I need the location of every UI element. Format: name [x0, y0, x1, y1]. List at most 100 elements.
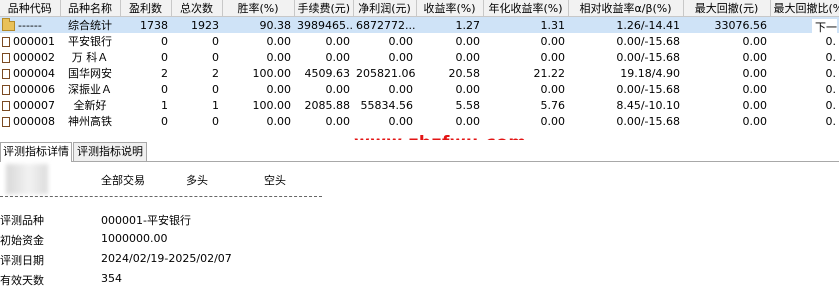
- total-cell: 0: [212, 114, 219, 128]
- net-profit-cell: 0.00: [388, 114, 414, 128]
- document-icon: [2, 36, 10, 47]
- document-icon: [2, 52, 10, 63]
- relative-return-cell: 0.00/-15.68: [616, 82, 680, 96]
- column-header[interactable]: 收益率(%): [416, 0, 484, 17]
- document-icon: [2, 84, 10, 95]
- win-rate-cell: 100.00: [252, 98, 292, 112]
- column-header[interactable]: 最大回撤(元): [683, 0, 771, 17]
- total-cell: 1923: [171, 16, 222, 33]
- relative-return-cell: 1.26/-14.41: [568, 16, 683, 33]
- code-cell: 000002: [0, 49, 60, 65]
- info-label-instrument: 评测品种: [0, 214, 44, 227]
- wins-cell: 2: [161, 66, 168, 80]
- wins-cell: 1: [161, 98, 168, 112]
- table-row[interactable]: 000008 神州高铁 0 0 0.00 0.00 0.00 0.00 0.00…: [0, 113, 839, 129]
- annual-return-cell: 0.00: [540, 34, 566, 48]
- tab-metrics-explanation[interactable]: 评测指标说明: [73, 142, 147, 161]
- max-drawdown-cell: 0.00: [742, 50, 768, 64]
- fee-cell: 3989465....: [294, 16, 353, 33]
- column-header[interactable]: 品种代码: [0, 0, 61, 17]
- max-drawdown-cell: 0.00: [742, 114, 768, 128]
- header-short: 空头: [264, 174, 286, 187]
- wins-cell: 0: [161, 50, 168, 64]
- win-rate-cell: 100.00: [252, 66, 292, 80]
- column-header[interactable]: 手续费(元): [294, 0, 354, 17]
- column-header[interactable]: 年化收益率(%): [483, 0, 569, 17]
- annual-return-cell: 0.00: [540, 114, 566, 128]
- code-cell: 000001: [0, 33, 60, 49]
- annual-return-cell: 21.22: [533, 66, 566, 80]
- column-header[interactable]: 相对收益率α/β(%): [568, 0, 684, 17]
- win-rate-cell: 0.00: [266, 50, 292, 64]
- wins-cell: 0: [161, 34, 168, 48]
- info-value-date-range: 2024/02/19-2025/02/07: [101, 252, 232, 265]
- table-row-summary[interactable]: ------ 综合统计 1738 1923 90.38 3989465.... …: [0, 16, 839, 33]
- tab-metrics-details[interactable]: 评测指标详情: [0, 142, 72, 162]
- column-header[interactable]: 品种名称: [60, 0, 121, 17]
- code-cell: ------: [0, 16, 60, 33]
- annual-return-cell: 1.31: [483, 16, 568, 33]
- extra-cell: 0.: [825, 114, 837, 128]
- extra-cell: 0.: [825, 34, 837, 48]
- table-row[interactable]: 000001 平安银行 0 0 0.00 0.00 0.00 0.00 0.00…: [0, 33, 839, 49]
- table-row[interactable]: 000007 全新好 1 1 100.00 2085.88 55834.56 5…: [0, 97, 839, 113]
- win-rate-cell: 0.00: [266, 34, 292, 48]
- name-cell: 国华网安: [68, 67, 112, 80]
- name-cell: 深振业Ａ: [68, 83, 112, 96]
- code-cell: 000008: [0, 113, 60, 129]
- header-all-trades: 全部交易: [101, 174, 145, 187]
- net-profit-cell: 0.00: [388, 34, 414, 48]
- max-drawdown-cell: 0.00: [742, 66, 768, 80]
- column-header[interactable]: 胜率(%): [222, 0, 295, 17]
- column-header[interactable]: 总次数: [171, 0, 223, 17]
- code-text: 000007: [13, 98, 55, 112]
- fee-cell: 2085.88: [304, 98, 351, 112]
- results-table: 品种代码 品种名称 盈利数 总次数 胜率(%) 手续费(元) 净利润(元) 收益…: [0, 0, 839, 134]
- info-label-date-range: 评测日期: [0, 254, 44, 267]
- wins-cell: 1738: [120, 16, 171, 33]
- extra-cell: 0.: [825, 66, 837, 80]
- code-cell: 000004: [0, 65, 60, 81]
- code-text: 000006: [13, 82, 55, 96]
- win-rate-cell: 90.38: [222, 16, 294, 33]
- max-drawdown-cell: 0.00: [742, 34, 768, 48]
- extra-cell: 0.: [825, 50, 837, 64]
- name-cell: 全新好: [73, 99, 107, 112]
- table-row[interactable]: 000002 万 科Ａ 0 0 0.00 0.00 0.00 0.00 0.00…: [0, 49, 839, 65]
- net-profit-cell: 0.00: [388, 50, 414, 64]
- name-cell: 神州高铁: [68, 115, 112, 128]
- relative-return-cell: 19.18/4.90: [620, 66, 680, 80]
- annual-return-cell: 0.00: [540, 82, 566, 96]
- table-header-row: 品种代码 品种名称 盈利数 总次数 胜率(%) 手续费(元) 净利润(元) 收益…: [0, 0, 839, 17]
- info-label-initial-capital: 初始资金: [0, 234, 44, 247]
- blurred-area: [6, 164, 48, 194]
- table-row[interactable]: 000006 深振业Ａ 0 0 0.00 0.00 0.00 0.00 0.00…: [0, 81, 839, 97]
- net-profit-cell: 55834.56: [360, 98, 414, 112]
- folder-icon: [2, 17, 15, 31]
- total-cell: 2: [212, 66, 219, 80]
- code-cell: 000007: [0, 97, 60, 113]
- return-cell: 0.00: [455, 50, 481, 64]
- return-cell: 20.58: [448, 66, 481, 80]
- win-rate-cell: 0.00: [266, 82, 292, 96]
- overflow-label[interactable]: 下一: [812, 19, 837, 35]
- code-text: 000004: [13, 66, 55, 80]
- name-cell: 平安银行: [68, 35, 112, 48]
- total-cell: 0: [212, 34, 219, 48]
- max-drawdown-cell: 0.00: [742, 98, 768, 112]
- annual-return-cell: 0.00: [540, 50, 566, 64]
- total-cell: 0: [212, 82, 219, 96]
- document-icon: [2, 68, 10, 79]
- column-header[interactable]: 盈利数: [120, 0, 172, 17]
- return-cell: 1.27: [416, 16, 483, 33]
- relative-return-cell: 0.00/-15.68: [616, 50, 680, 64]
- max-drawdown-cell: 33076.56: [683, 16, 770, 33]
- divider: [0, 196, 322, 197]
- max-drawdown-cell: 0.00: [742, 82, 768, 96]
- wins-cell: 0: [161, 82, 168, 96]
- table-row[interactable]: 000004 国华网安 2 2 100.00 4509.63 205821.06…: [0, 65, 839, 81]
- return-cell: 0.00: [455, 82, 481, 96]
- column-header[interactable]: 最大回撤比(%): [770, 0, 839, 17]
- relative-return-cell: 8.45/-10.10: [616, 98, 680, 112]
- column-header[interactable]: 净利润(元): [353, 0, 417, 17]
